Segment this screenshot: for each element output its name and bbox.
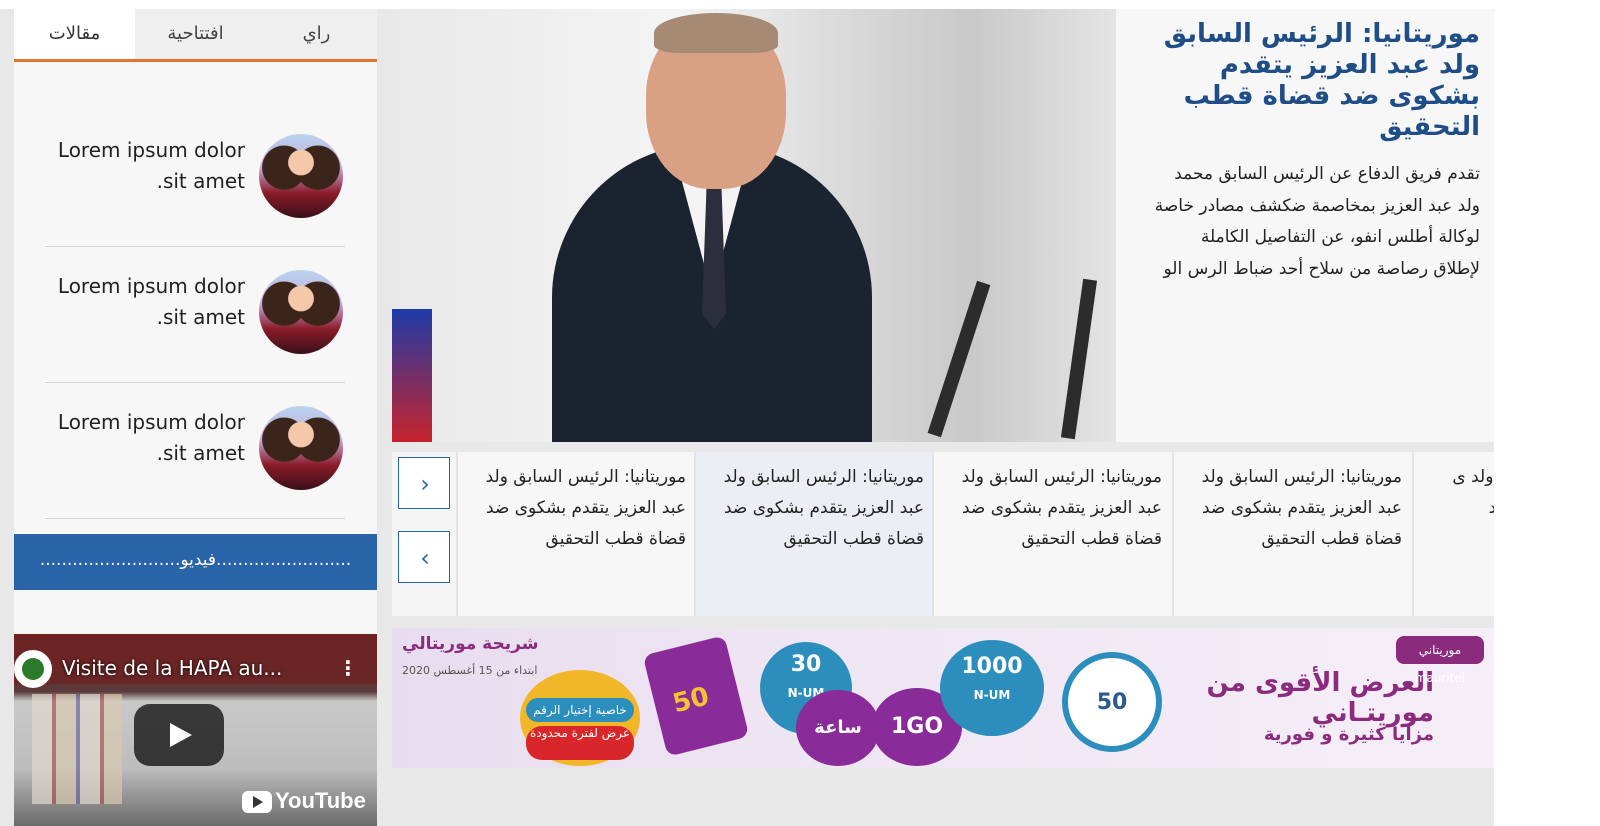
slider-item[interactable]: موريتانيا: الرئيس السابق ولد عبد العزيز … (456, 452, 696, 616)
article-title[interactable]: Lorem ipsum dolor sit amet. (45, 407, 245, 469)
slider-item[interactable]: ق ولد ى ضد (1412, 452, 1494, 616)
article-title[interactable]: Lorem ipsum dolor sit amet. (45, 135, 245, 197)
slider-item[interactable]: موريتانيا: الرئيس السابق ولد عبد العزيز … (1172, 452, 1412, 616)
chevron-left-icon: ‹ (420, 544, 430, 572)
hair-shape (654, 13, 778, 53)
avatar[interactable] (259, 134, 343, 218)
microphone-shape (1060, 278, 1098, 440)
tab-editorial[interactable]: افتتاحية (135, 9, 256, 59)
ad-banner[interactable]: شريحة موريتالي ابتداء من 15 أغسطس 2020 خ… (392, 628, 1494, 768)
list-item[interactable]: Lorem ipsum dolor sit amet. (45, 107, 345, 247)
flag-shape (392, 309, 432, 442)
featured-headline[interactable]: موريتانيا: الرئيس السابق ولد عبد العزيز … (1150, 19, 1480, 143)
slider-prev-button[interactable]: ‹ (398, 531, 450, 583)
ad-offer-pill: خاصية إختيار الرقم متاحة (526, 698, 634, 741)
slider-next-button[interactable]: › (398, 457, 450, 509)
sim-card-icon: 50 (642, 635, 750, 757)
avatar[interactable] (259, 406, 343, 490)
slider-item-active[interactable]: موريتانيا: الرئيس السابق ولد عبد العزيز … (694, 452, 934, 616)
ad-offer-badge: خاصية إختيار الرقم متاحة عرض لفترة محدود… (520, 670, 640, 766)
right-margin (1494, 9, 1600, 826)
sidebar: راي افتتاحية مقالات Lorem ipsum dolor si… (14, 9, 377, 826)
article-title[interactable]: Lorem ipsum dolor sit amet. (45, 271, 245, 333)
top-strip (0, 0, 1600, 9)
video-thumbnail-posters (32, 694, 122, 804)
ad-bubble-unit: N-UM (973, 688, 1011, 702)
ad-offer-pill: عرض لفترة محدودة (526, 726, 634, 760)
tab-opinion[interactable]: راي (256, 9, 377, 59)
featured-summary: تقدم فريق الدفاع عن الرئيس السابق محمد و… (1154, 164, 1480, 279)
microphone-shape (927, 280, 991, 438)
slider-item-title[interactable]: موريتانيا: الرئيس السابق ولد عبد العزيز … (1187, 462, 1402, 555)
featured-photo[interactable] (392, 9, 1116, 442)
ad-headline: العرض الأقوى من موريتـاني (1206, 668, 1434, 728)
mauritel-logo: موريتاني mauritel (1396, 636, 1484, 685)
play-button[interactable] (134, 704, 224, 766)
channel-avatar-icon[interactable] (14, 650, 52, 688)
tab-bar: راي افتتاحية مقالات (14, 9, 377, 62)
chevron-right-icon: › (420, 470, 430, 498)
video-section-header: ..........................فيديو.........… (14, 534, 377, 590)
video-title[interactable]: Visite de la HAPA au... (62, 656, 282, 680)
tab-articles[interactable]: مقالات (14, 9, 135, 59)
video-embed[interactable]: Visite de la HAPA au... ⋮ YouTube (14, 634, 377, 826)
ad-date: ابتداء من 15 أغسطس 2020 (402, 664, 538, 677)
slider-item-title[interactable]: موريتانيا: الرئيس السابق ولد عبد العزيز … (947, 462, 1162, 555)
ad-bubble-50: 50 (1062, 652, 1162, 752)
ad-sim-name: شريحة موريتالي (402, 634, 539, 654)
list-item[interactable]: Lorem ipsum dolor sit amet. (45, 379, 345, 519)
youtube-play-icon (242, 791, 272, 814)
avatar[interactable] (259, 270, 343, 354)
ad-bubble-value: 30 (790, 652, 822, 677)
slider-item-title[interactable]: ق ولد ى ضد (1442, 462, 1494, 524)
ad-bubble-1000: 1000 N-UM (940, 640, 1044, 736)
slider-item-title[interactable]: موريتانيا: الرئيس السابق ولد عبد العزيز … (709, 462, 924, 555)
more-options-icon[interactable]: ⋮ (338, 656, 358, 680)
featured-story: موريتانيا: الرئيس السابق ولد عبد العزيز … (392, 9, 1494, 442)
list-item[interactable]: Lorem ipsum dolor sit amet. (45, 243, 345, 383)
ad-bubble-hour: ساعة (796, 690, 880, 766)
slider-item[interactable]: موريتانيا: الرئيس السابق ولد عبد العزيز … (932, 452, 1172, 616)
ad-sim-value: 50 (669, 681, 713, 720)
news-slider: موريتانيا: الرئيس السابق ولد عبد العزيز … (392, 452, 1494, 616)
slider-item-title[interactable]: موريتانيا: الرئيس السابق ولد عبد العزيز … (471, 462, 686, 555)
youtube-label: YouTube (275, 788, 366, 813)
ad-subline: مزايا كثيرة و فورية (1263, 724, 1434, 745)
youtube-logo[interactable]: YouTube (242, 788, 366, 814)
ad-bubble-value: 1000 (961, 654, 1023, 679)
